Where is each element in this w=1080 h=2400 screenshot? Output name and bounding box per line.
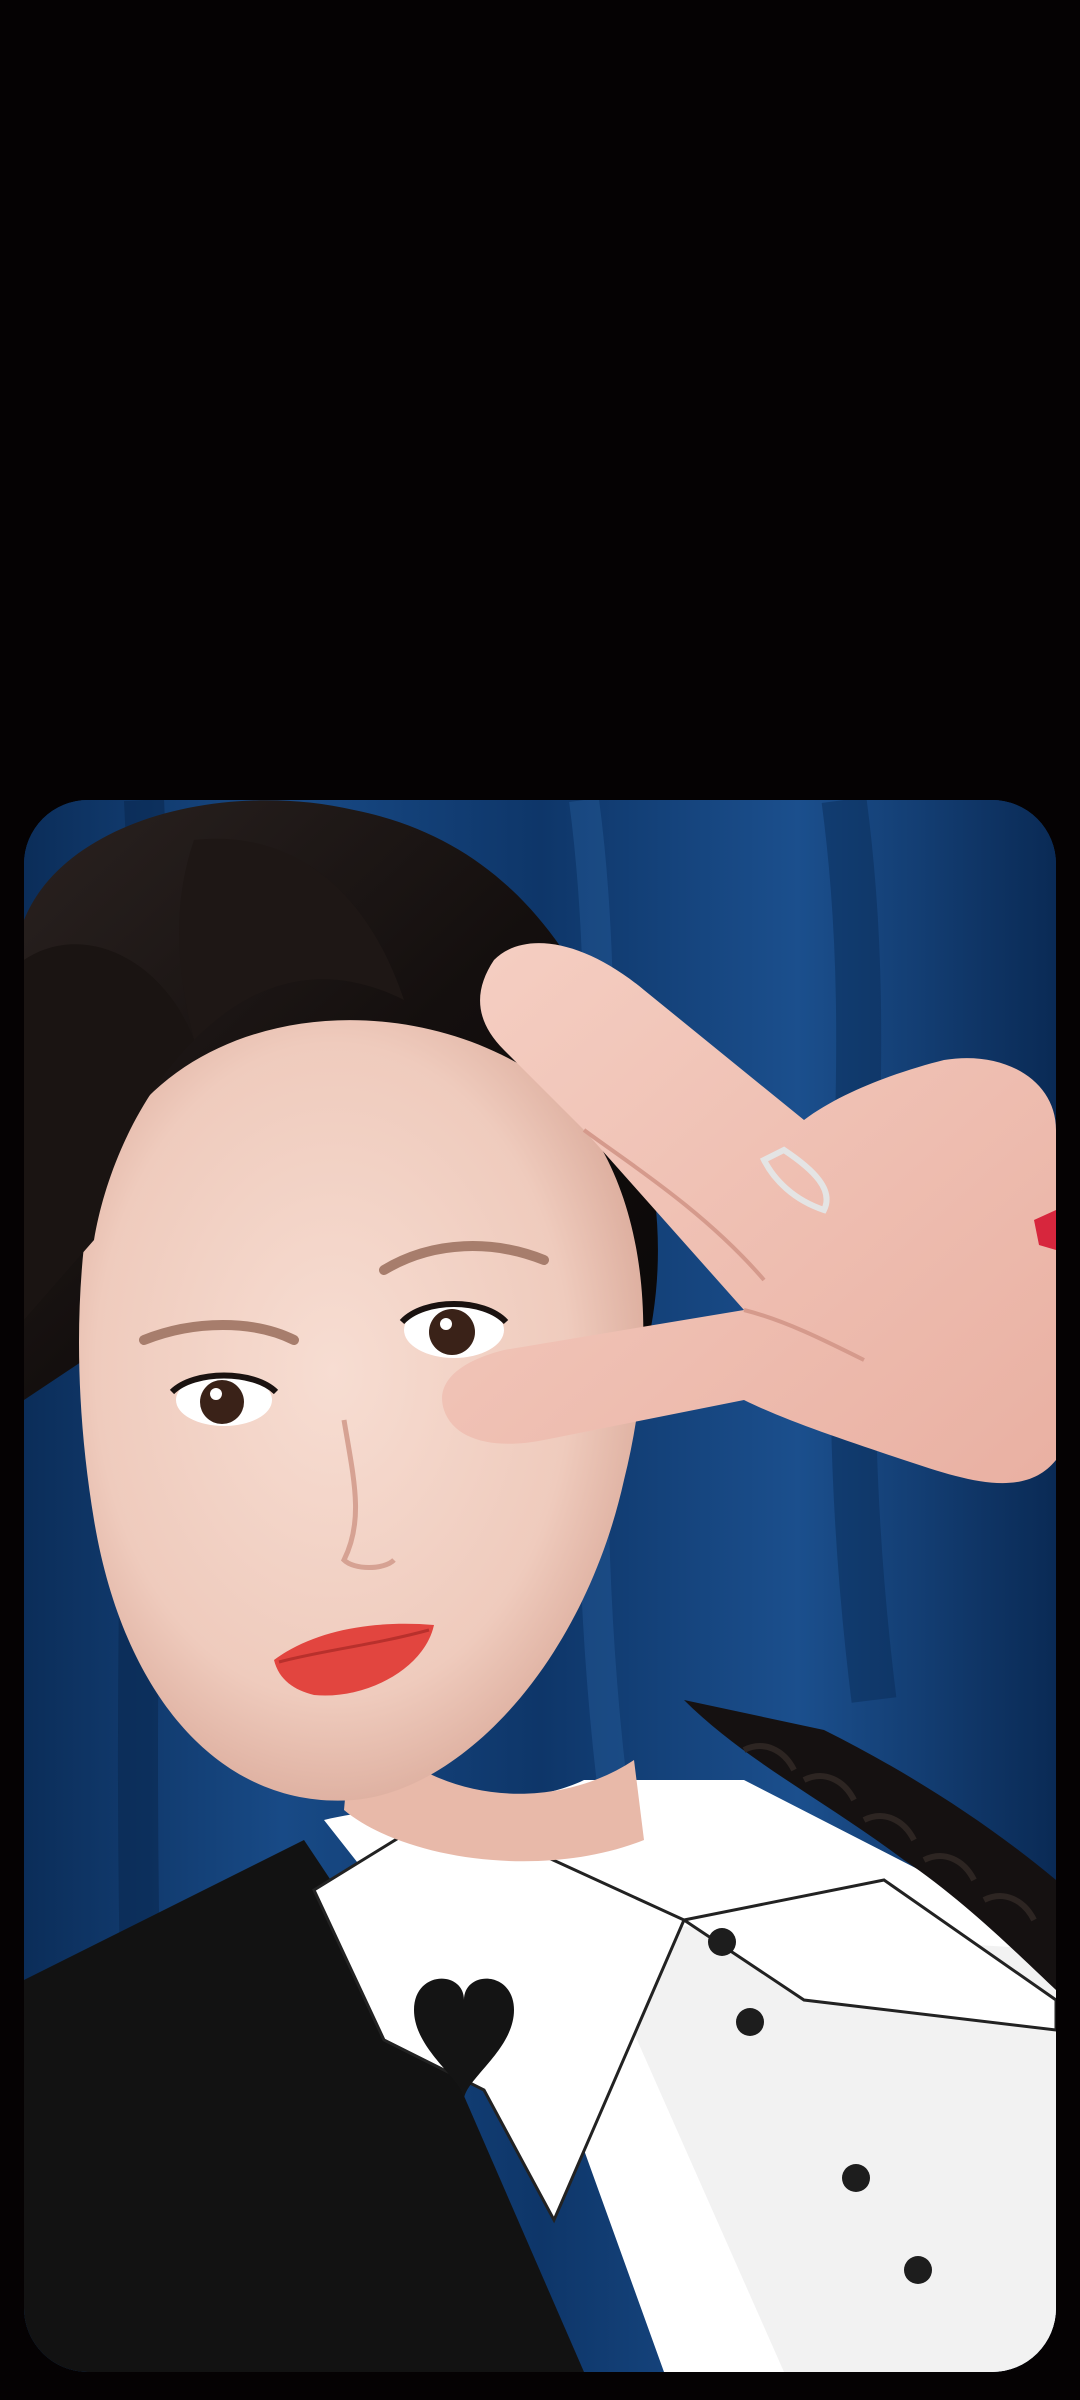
photo-viewer[interactable] bbox=[24, 800, 1056, 2372]
shirt-button bbox=[842, 2164, 870, 2192]
shirt-button bbox=[708, 1928, 736, 1956]
selfie-photo bbox=[24, 800, 1056, 2372]
shirt-button bbox=[736, 2008, 764, 2036]
shirt-button bbox=[904, 2256, 932, 2284]
screen bbox=[0, 0, 1080, 2400]
